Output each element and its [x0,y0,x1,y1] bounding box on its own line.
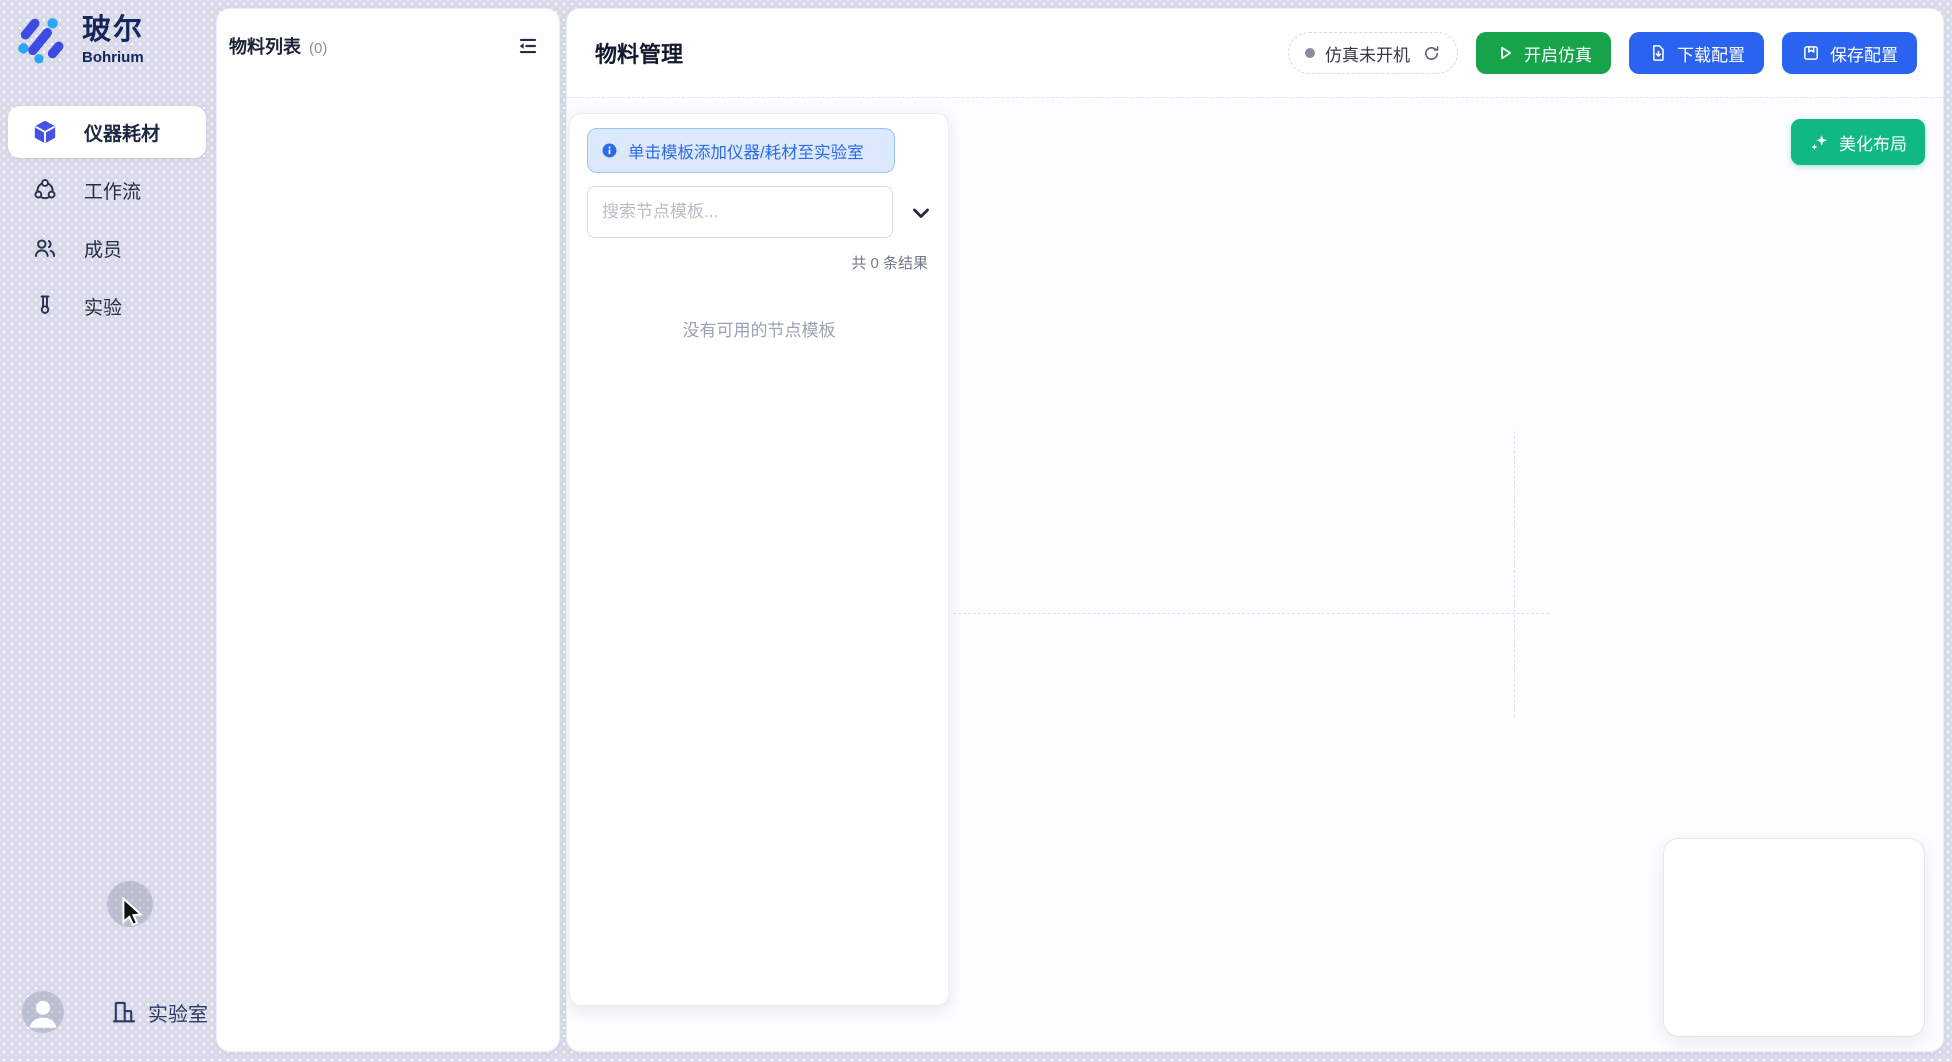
bohrium-logo-icon [14,14,64,64]
sidebar-footer: 实验室 [22,991,208,1033]
info-icon [600,141,619,160]
test-tube-icon [32,293,58,319]
sidebar-item-label: 仪器耗材 [84,119,160,146]
user-avatar[interactable] [22,991,64,1033]
workflow-icon [32,177,58,203]
sidebar-item-label: 工作流 [84,177,141,204]
page-title: 物料管理 [595,37,683,69]
sidebar-item-label: 实验 [84,293,122,320]
hint-text: 单击模板添加仪器/耗材至实验室 [628,139,864,163]
building-icon [110,998,138,1026]
materials-list-title: 物料列表 [229,33,301,59]
save-config-button[interactable]: 保存配置 [1782,32,1917,74]
template-search-input[interactable] [587,186,893,238]
minimap[interactable] [1663,838,1925,1037]
sparkles-icon [1809,132,1830,153]
materials-list-panel: 物料列表 (0) [216,8,560,1052]
result-count: 共 0 条结果 [851,252,928,273]
members-icon [32,235,58,261]
simulation-status-text: 仿真未开机 [1325,41,1410,66]
empty-template-message: 没有可用的节点模板 [570,316,948,341]
lab-entry[interactable]: 实验室 [110,998,208,1027]
avatar-person-icon [22,991,64,1033]
header-actions: 仿真未开机 开启仿真 下载配置 [1288,32,1917,74]
flow-canvas[interactable]: 单击模板添加仪器/耗材至实验室 共 0 条结果 没有可用的节点模板 美化布局 [567,98,1943,1052]
status-dot-icon [1305,48,1315,58]
materials-list-count: (0) [309,40,327,57]
canvas-guide-horizontal [953,613,1549,614]
brand-name-en: Bohrium [82,49,144,66]
chevron-down-icon[interactable] [908,200,934,226]
sidebar-item-experiment[interactable]: 实验 [8,280,206,332]
collapse-panel-icon[interactable] [515,33,541,59]
refresh-icon[interactable] [1422,44,1441,63]
sidebar-item-label: 成员 [84,235,122,262]
simulation-status-pill[interactable]: 仿真未开机 [1288,32,1458,74]
sidebar-item-instruments[interactable]: 仪器耗材 [8,106,206,158]
page-header: 物料管理 仿真未开机 开启仿真 下载 [567,9,1943,98]
hint-banner: 单击模板添加仪器/耗材至实验室 [587,128,895,173]
brand-logo: 玻尔 Bohrium [14,14,144,66]
beautify-layout-button[interactable]: 美化布局 [1791,119,1925,165]
play-icon [1495,43,1515,63]
materials-list-header: 物料列表 (0) [217,9,559,83]
sidebar: 玻尔 Bohrium 仪器耗材 工作流 [0,0,214,1062]
lab-label: 实验室 [148,998,208,1027]
save-icon [1801,43,1821,63]
sidebar-item-members[interactable]: 成员 [8,222,206,274]
bohrium-lab-app: { "brand": { "name_cn": "玻尔", "name_en":… [0,0,1952,1062]
file-download-icon [1648,43,1668,63]
download-config-button[interactable]: 下载配置 [1629,32,1764,74]
sidebar-nav: 仪器耗材 工作流 成员 [8,106,206,338]
node-template-panel: 单击模板添加仪器/耗材至实验室 共 0 条结果 没有可用的节点模板 [569,113,949,1006]
brand-name-cn: 玻尔 [82,14,144,47]
sidebar-item-workflow[interactable]: 工作流 [8,164,206,216]
canvas-guide-vertical [1514,431,1515,717]
material-management-area: 物料管理 仿真未开机 开启仿真 下载 [566,8,1944,1052]
cube-icon [32,119,58,145]
start-simulation-button[interactable]: 开启仿真 [1476,32,1611,74]
